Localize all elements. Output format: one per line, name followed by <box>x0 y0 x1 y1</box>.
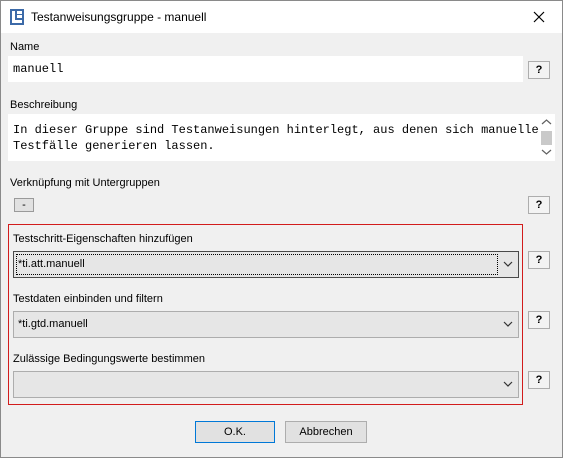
test-data-combobox[interactable]: *ti.gtd.manuell <box>13 311 519 338</box>
name-help-button[interactable]: ? <box>528 61 550 79</box>
focus-rect <box>16 254 498 275</box>
condition-values-help-button[interactable]: ? <box>528 371 550 389</box>
chevron-down-icon <box>503 261 513 267</box>
window-title: Testanweisungsgruppe - manuell <box>31 10 207 24</box>
close-button[interactable] <box>516 1 562 33</box>
step-properties-combobox[interactable]: *ti.att.manuell <box>13 251 519 278</box>
test-data-label: Testdaten einbinden und filtern <box>13 293 163 305</box>
scroll-down-icon[interactable] <box>541 148 552 156</box>
close-icon <box>533 11 545 23</box>
name-field[interactable]: manuell <box>8 56 523 82</box>
scroll-thumb[interactable] <box>541 131 552 145</box>
test-data-value: *ti.gtd.manuell <box>18 318 88 330</box>
chevron-down-icon <box>503 321 513 327</box>
description-line-1: In dieser Gruppe sind Testanweisungen hi… <box>13 123 539 137</box>
test-data-help-button[interactable]: ? <box>528 311 550 329</box>
name-value: manuell <box>13 62 64 76</box>
collapse-button[interactable]: - <box>14 198 34 212</box>
step-properties-label: Testschritt-Eigenschaften hinzufügen <box>13 233 193 245</box>
app-icon <box>10 9 24 25</box>
dialog-window: Testanweisungsgruppe - manuell Name manu… <box>0 0 563 458</box>
subgroups-help-button[interactable]: ? <box>528 196 550 214</box>
description-scrollbar[interactable] <box>538 114 555 161</box>
description-line-2: Testfälle generieren lassen. <box>13 139 215 153</box>
chevron-down-icon <box>503 381 513 387</box>
condition-values-combobox[interactable] <box>13 371 519 398</box>
description-field[interactable]: In dieser Gruppe sind Testanweisungen hi… <box>8 114 555 161</box>
ok-button[interactable]: O.K. <box>195 421 275 443</box>
scroll-up-icon[interactable] <box>541 118 552 126</box>
step-properties-value: *ti.att.manuell <box>18 258 85 270</box>
subgroups-label: Verknüpfung mit Untergruppen <box>10 177 160 189</box>
step-properties-help-button[interactable]: ? <box>528 251 550 269</box>
description-label: Beschreibung <box>10 99 78 111</box>
condition-values-label: Zulässige Bedingungswerte bestimmen <box>13 353 205 365</box>
description-text: In dieser Gruppe sind Testanweisungen hi… <box>13 122 539 154</box>
cancel-button[interactable]: Abbrechen <box>285 421 367 443</box>
name-label: Name <box>10 41 40 53</box>
title-bar: Testanweisungsgruppe - manuell <box>1 1 562 33</box>
